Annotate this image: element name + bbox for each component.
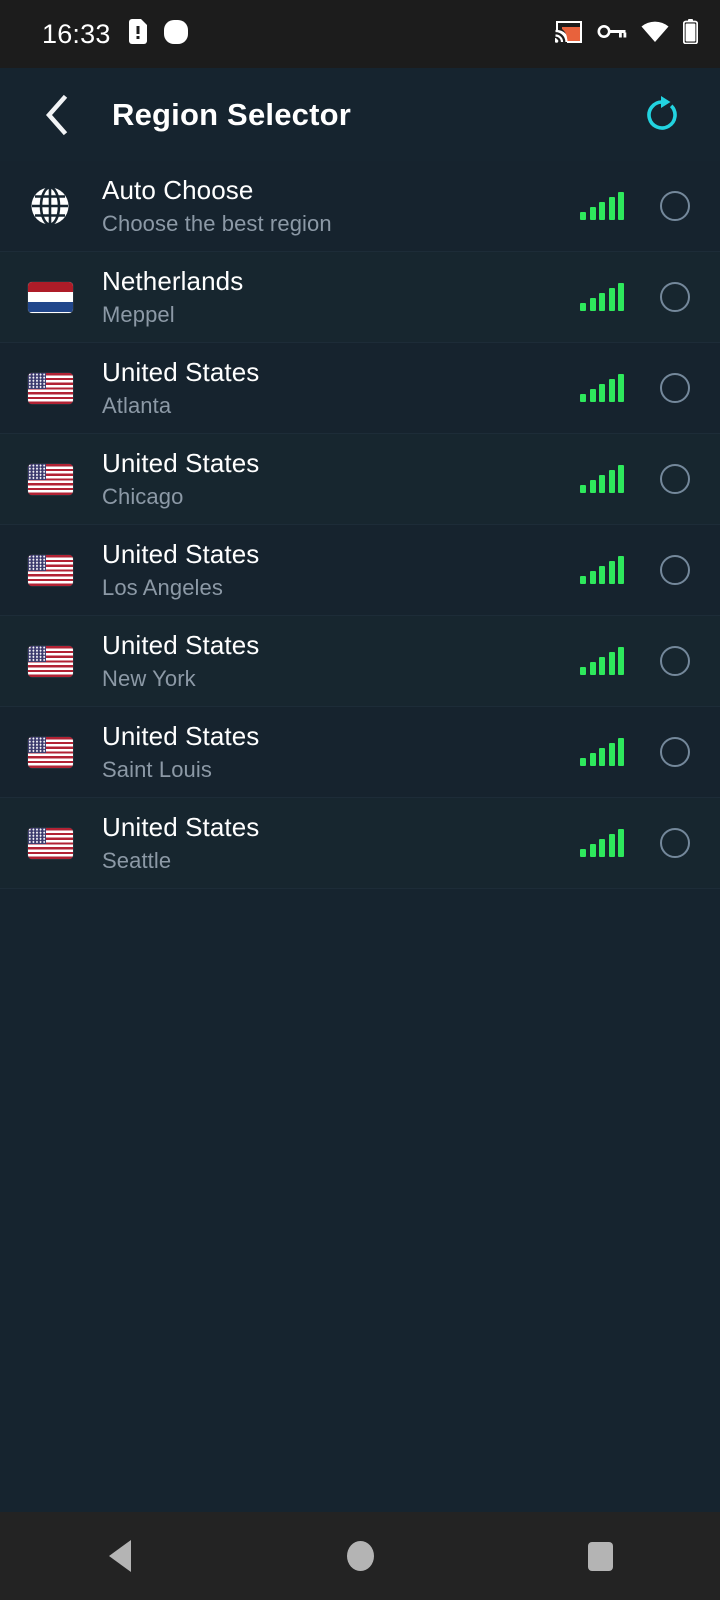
region-row-united-states-saint-louis[interactable]: United States Saint Louis bbox=[0, 707, 720, 798]
region-radio-button[interactable] bbox=[660, 282, 690, 312]
flag-united-states-icon bbox=[27, 827, 73, 859]
region-row-united-states-atlanta[interactable]: United States Atlanta bbox=[0, 343, 720, 434]
chevron-left-icon bbox=[45, 94, 68, 135]
recents-nav-button[interactable] bbox=[480, 1512, 720, 1600]
signal-strength-icon bbox=[580, 465, 624, 493]
back-button[interactable] bbox=[28, 86, 86, 144]
region-radio-button[interactable] bbox=[660, 191, 690, 221]
row-text: Auto Choose Choose the best region bbox=[102, 175, 580, 237]
flag-united-states-icon bbox=[27, 645, 73, 677]
page-title: Region Selector bbox=[112, 96, 351, 132]
app-root: 16:33 Region Selector Auto Choose Choose… bbox=[0, 0, 720, 1600]
region-radio-button[interactable] bbox=[660, 646, 690, 676]
signal-strength-icon bbox=[580, 283, 624, 311]
region-row-netherlands-meppel[interactable]: Netherlands Meppel bbox=[0, 252, 720, 343]
app-bar: Region Selector bbox=[0, 68, 720, 161]
row-text: United States Seattle bbox=[102, 812, 580, 874]
row-text: United States Atlanta bbox=[102, 357, 580, 419]
row-title: Netherlands bbox=[102, 265, 244, 296]
signal-strength-icon bbox=[580, 374, 624, 402]
row-title: United States bbox=[102, 811, 260, 842]
region-radio-button[interactable] bbox=[660, 373, 690, 403]
home-nav-button[interactable] bbox=[240, 1512, 480, 1600]
vpn-key-icon bbox=[597, 23, 627, 45]
row-icon bbox=[22, 360, 78, 416]
status-bar-left-icons bbox=[128, 19, 189, 50]
flag-united-states-icon bbox=[27, 463, 73, 495]
row-subtitle: Meppel bbox=[102, 301, 175, 327]
refresh-icon bbox=[647, 95, 677, 130]
system-navigation-bar bbox=[0, 1512, 720, 1600]
row-subtitle: Saint Louis bbox=[102, 756, 212, 782]
battery-icon bbox=[682, 19, 699, 49]
region-row-united-states-new-york[interactable]: United States New York bbox=[0, 616, 720, 707]
region-row-auto-choose[interactable]: Auto Choose Choose the best region bbox=[0, 161, 720, 252]
flag-united-states-icon bbox=[27, 554, 73, 586]
triangle-back-icon bbox=[109, 1540, 131, 1572]
region-radio-button[interactable] bbox=[660, 737, 690, 767]
region-radio-button[interactable] bbox=[660, 464, 690, 494]
region-row-united-states-chicago[interactable]: United States Chicago bbox=[0, 434, 720, 525]
status-bar-right-icons bbox=[553, 19, 699, 49]
row-subtitle: Atlanta bbox=[102, 392, 172, 418]
row-icon bbox=[22, 724, 78, 780]
refresh-button[interactable] bbox=[634, 87, 690, 143]
row-icon bbox=[22, 451, 78, 507]
row-text: United States New York bbox=[102, 630, 580, 692]
signal-strength-icon bbox=[580, 192, 624, 220]
square-recents-icon bbox=[587, 1541, 613, 1571]
flag-netherlands-icon bbox=[27, 281, 73, 313]
row-text: Netherlands Meppel bbox=[102, 266, 580, 328]
row-subtitle: New York bbox=[102, 665, 196, 691]
row-icon bbox=[22, 633, 78, 689]
sim-card-alert-icon bbox=[128, 19, 147, 49]
cast-icon bbox=[553, 20, 583, 49]
row-icon bbox=[22, 178, 78, 234]
row-subtitle: Choose the best region bbox=[102, 210, 332, 236]
row-subtitle: Seattle bbox=[102, 847, 172, 873]
wifi-icon bbox=[641, 21, 669, 47]
globe-icon bbox=[31, 186, 69, 226]
row-title: United States bbox=[102, 538, 260, 569]
row-title: United States bbox=[102, 447, 260, 478]
region-row-united-states-los-angeles[interactable]: United States Los Angeles bbox=[0, 525, 720, 616]
row-icon bbox=[22, 542, 78, 598]
region-radio-button[interactable] bbox=[660, 828, 690, 858]
flag-united-states-icon bbox=[27, 372, 73, 404]
flag-united-states-icon bbox=[27, 736, 73, 768]
back-nav-button[interactable] bbox=[0, 1512, 240, 1600]
signal-strength-icon bbox=[580, 829, 624, 857]
row-title: United States bbox=[102, 720, 260, 751]
row-icon bbox=[22, 269, 78, 325]
circle-home-icon bbox=[346, 1541, 374, 1571]
row-text: United States Los Angeles bbox=[102, 539, 580, 601]
row-title: Auto Choose bbox=[102, 174, 254, 205]
region-radio-button[interactable] bbox=[660, 555, 690, 585]
region-list: Auto Choose Choose the best region Nethe… bbox=[0, 161, 720, 889]
region-row-united-states-seattle[interactable]: United States Seattle bbox=[0, 798, 720, 889]
row-text: United States Chicago bbox=[102, 448, 580, 510]
signal-strength-icon bbox=[580, 556, 624, 584]
signal-strength-icon bbox=[580, 647, 624, 675]
status-bar: 16:33 bbox=[0, 0, 720, 68]
row-title: United States bbox=[102, 356, 260, 387]
row-text: United States Saint Louis bbox=[102, 721, 580, 783]
notification-dot-icon bbox=[163, 19, 189, 50]
status-bar-clock: 16:33 bbox=[42, 18, 111, 49]
row-subtitle: Chicago bbox=[102, 483, 184, 509]
signal-strength-icon bbox=[580, 738, 624, 766]
row-subtitle: Los Angeles bbox=[102, 574, 223, 600]
row-title: United States bbox=[102, 629, 260, 660]
row-icon bbox=[22, 815, 78, 871]
